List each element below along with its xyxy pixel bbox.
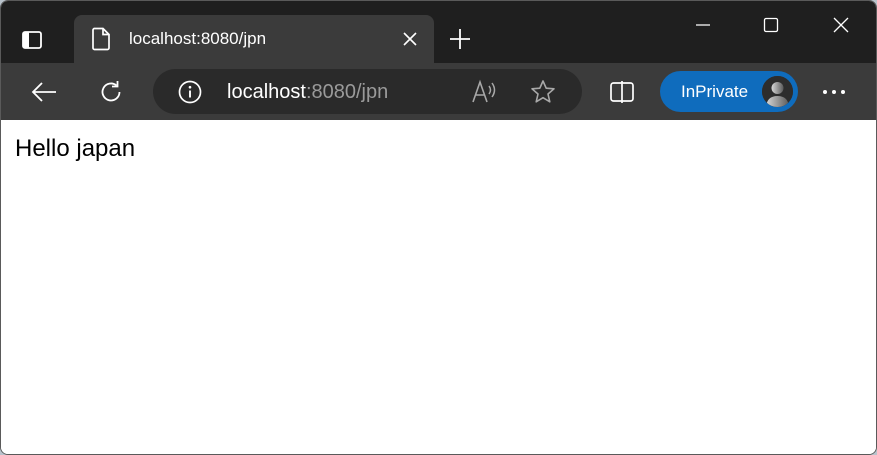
more-icon [823,90,845,94]
page-body-text: Hello japan [15,135,136,162]
page-content: Hello japan [1,120,876,454]
close-icon [833,17,849,33]
minimize-button[interactable] [681,7,725,43]
user-avatar-icon [762,76,793,107]
split-screen-icon [610,81,634,103]
tab-close-button[interactable] [398,27,422,51]
back-button[interactable] [25,73,63,111]
address-bar[interactable]: localhost:8080/jpn [153,69,582,114]
tab-title: localhost:8080/jpn [129,29,267,48]
url-host: localhost [227,81,306,103]
tab-actions-icon [22,31,42,49]
info-icon[interactable] [178,80,202,104]
tab-actions-button[interactable] [15,23,49,57]
tab-active[interactable]: localhost:8080/jpn [74,15,434,63]
new-tab-button[interactable] [444,23,476,55]
inprivate-label: InPrivate [681,82,749,101]
reload-button[interactable] [92,73,130,111]
back-arrow-icon [31,82,56,102]
url-path: :8080/jpn [305,81,389,103]
maximize-icon [763,17,779,33]
maximize-button[interactable] [749,7,793,43]
more-button[interactable] [815,73,853,111]
document-icon [92,27,110,51]
avatar [760,74,795,109]
toolbar: localhost:8080/jpn InPrivate [1,63,876,120]
browser-window: localhost:8080/jpn localhost:8080/jpn In… [0,0,877,455]
inprivate-button[interactable]: InPrivate [660,71,798,112]
title-bar: localhost:8080/jpn [1,1,876,63]
read-aloud-icon[interactable] [471,79,499,105]
split-screen-button[interactable] [603,73,641,111]
close-icon [403,32,417,46]
url-text[interactable]: localhost:8080/jpn [227,81,388,104]
reload-icon [101,81,121,102]
star-icon[interactable] [530,79,556,105]
window-close-button[interactable] [819,7,863,43]
plus-icon [450,29,470,49]
minimize-icon [696,24,710,26]
